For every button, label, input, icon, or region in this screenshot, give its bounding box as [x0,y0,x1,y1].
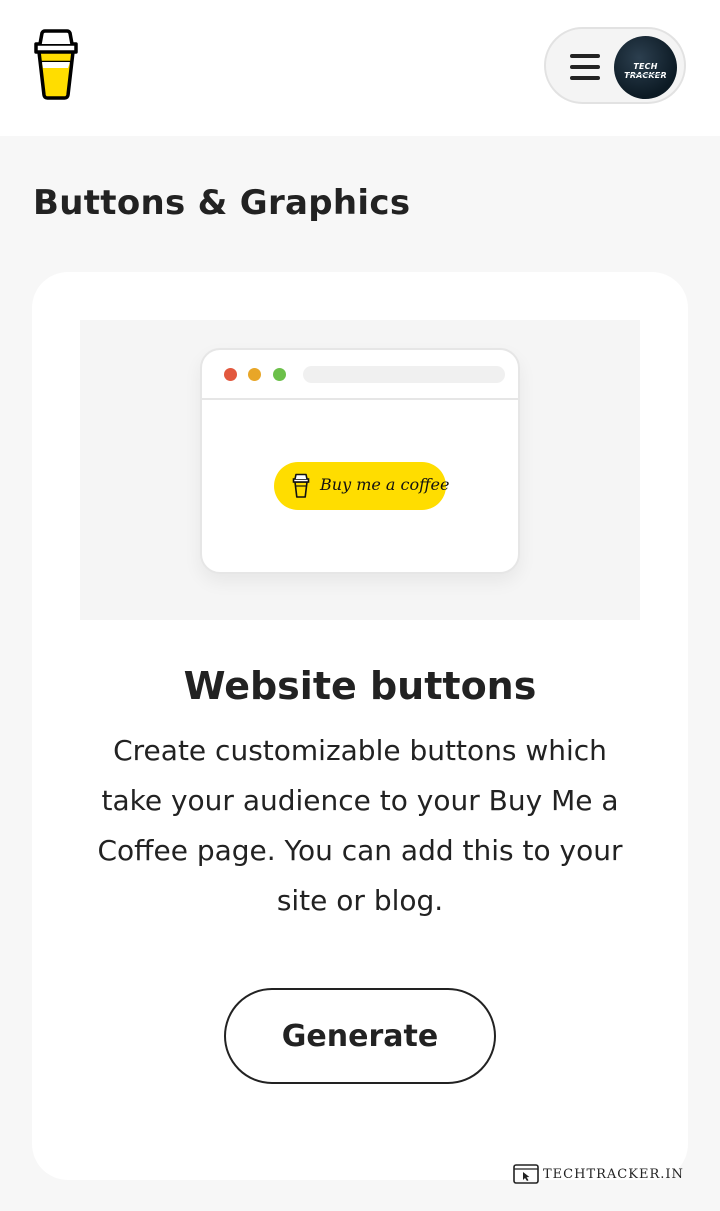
browser-window-mockup: Buy me a coffee [200,348,520,574]
website-buttons-card: Buy me a coffee Website buttons Create c… [32,272,688,1180]
url-bar [303,366,505,383]
avatar[interactable]: TECH TRACKER [614,36,677,99]
website-button-illustration: Buy me a coffee [80,320,640,620]
window-minimize-dot [248,368,261,381]
browser-title-bar [202,350,518,400]
page-title: Buttons & Graphics [33,183,411,223]
avatar-label: TECH TRACKER [624,62,667,80]
card-title: Website buttons [183,664,537,708]
window-close-dot [224,368,237,381]
window-maximize-dot [273,368,286,381]
sample-button-label: Buy me a coffee [320,475,450,494]
top-bar: TECH TRACKER [0,0,720,136]
buy-me-a-coffee-sample-button: Buy me a coffee [274,462,450,510]
browser-cursor-icon [513,1164,539,1184]
coffee-cup-logo-icon[interactable] [30,28,82,100]
card-description: Create customizable buttons which take y… [97,734,623,917]
watermark: TECHTRACKER.IN [513,1163,684,1185]
generate-button[interactable]: Generate [224,988,496,1084]
hamburger-menu-icon[interactable] [570,54,600,80]
coffee-cup-icon [292,473,310,498]
watermark-text: TECHTRACKER.IN [543,1166,684,1182]
account-menu-button[interactable]: TECH TRACKER [544,27,686,104]
